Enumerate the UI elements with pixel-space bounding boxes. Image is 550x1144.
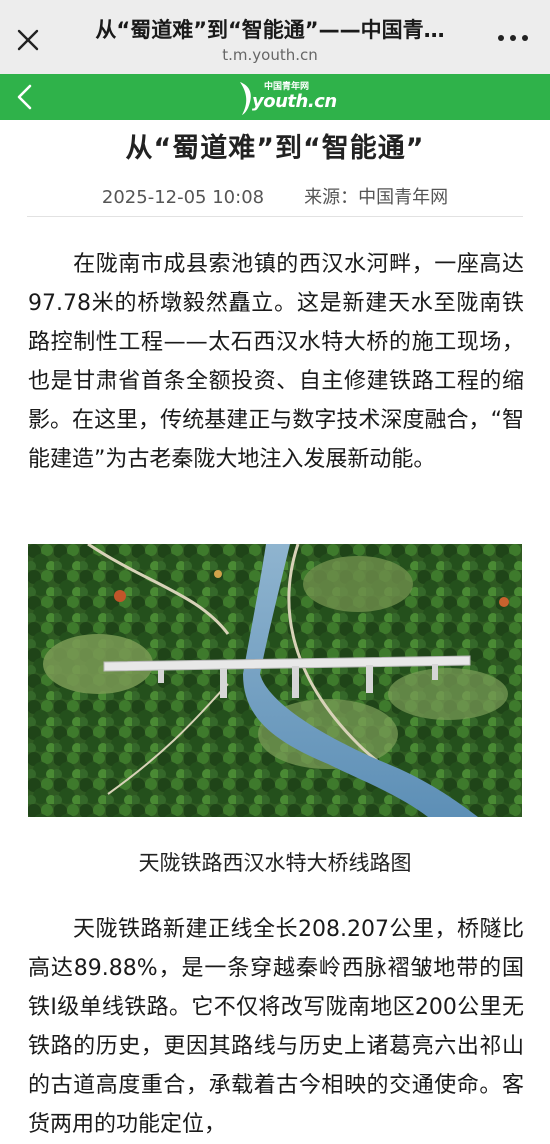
page-title: 从“蜀道难”到“智能通”——中国青… [95,18,445,42]
publish-date: 2025-12-05 10:08 [101,187,265,208]
site-logo[interactable]: 中国青年网 youth.cn [236,77,337,117]
close-icon[interactable] [14,26,42,54]
divider [27,216,523,217]
logo-en-text: youth.cn [252,91,337,112]
article-paragraph: 天陇铁路新建正线全长208.207公里，桥隧比高达89.88%，是一条穿越秦岭西… [28,917,524,1137]
article-meta: 2025-12-05 10:08 来源：中国青年网 [0,183,550,209]
article-source: 来源：中国青年网 [304,187,449,208]
article-paragraph: 在陇南市成县索池镇的西汉水河畔，一座高达97.78米的桥墩毅然矗立。这是新建天水… [28,252,524,472]
bridge-rendering-image[interactable] [28,542,522,819]
chevron-left-icon[interactable] [10,81,40,113]
image-caption: 天陇铁路西汉水特大桥线路图 [138,851,412,875]
site-header: 中国青年网 youth.cn [0,74,550,120]
browser-bar: 从“蜀道难”到“智能通”——中国青… t.m.youth.cn [0,0,550,74]
more-icon[interactable] [498,32,528,44]
page-url: t.m.youth.cn [222,46,318,64]
article-title: 从“蜀道难”到“智能通” [125,133,425,164]
